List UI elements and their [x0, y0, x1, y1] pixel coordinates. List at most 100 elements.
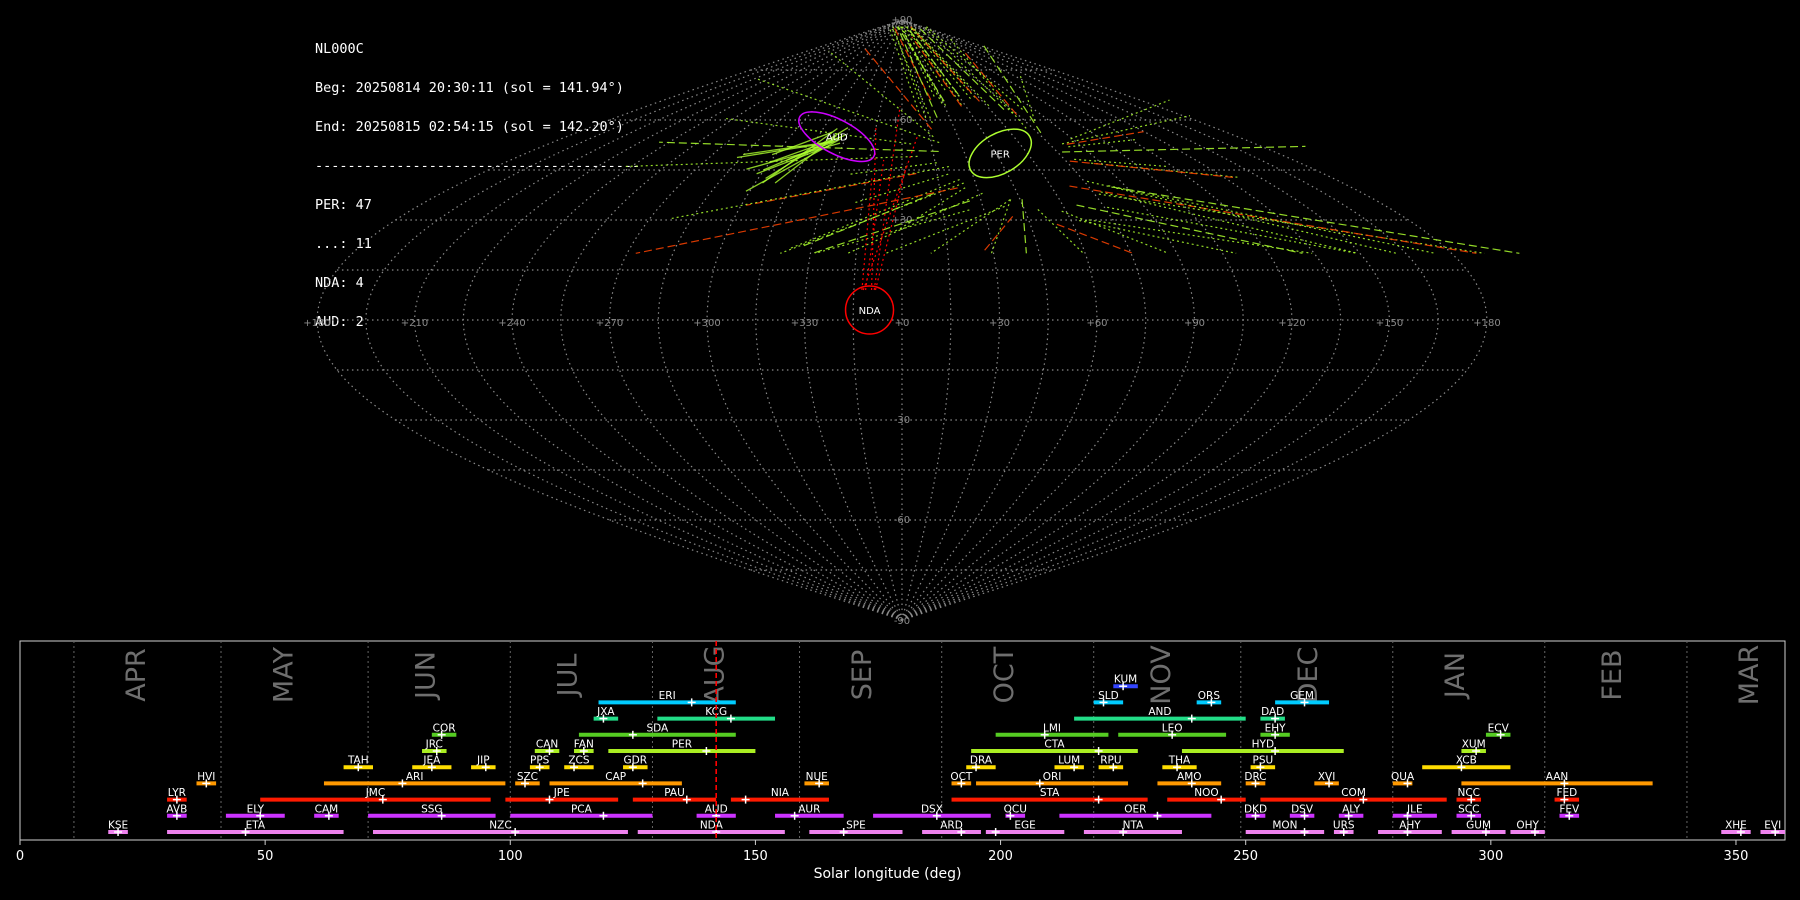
x-tick-label: 300 — [1478, 849, 1503, 864]
shower-label: SSG — [421, 803, 442, 815]
meridian-line — [365, 19, 903, 621]
shower-rpu: RPU — [1098, 755, 1124, 772]
shower-label: FED — [1556, 787, 1577, 799]
shower-ocu: OCU — [1004, 803, 1027, 820]
shower-label: ORS — [1198, 690, 1221, 702]
shower-lyr: LYR — [167, 787, 187, 804]
shower-label: DAD — [1261, 706, 1284, 718]
shower-xvi: XVI — [1314, 771, 1339, 788]
shower-fev: FEV — [1559, 803, 1580, 820]
shower-dra: DRA — [966, 755, 996, 772]
shower-label: EHY — [1265, 722, 1287, 734]
shower-label: GEM — [1290, 690, 1314, 702]
shower-label: ALY — [1342, 803, 1361, 815]
shower-label: LYR — [168, 787, 186, 799]
shower-label: AND — [1148, 706, 1171, 718]
shower-label: OCT — [950, 771, 973, 783]
lon-tick-label: +150 — [1376, 318, 1403, 329]
x-axis-title: Solar longitude (deg) — [814, 866, 962, 882]
shower-label: ORI — [1043, 771, 1062, 783]
lon-tick-label: +90 — [1184, 318, 1205, 329]
month-label: APR — [121, 648, 152, 702]
shower-can: CAN — [534, 739, 560, 755]
shower-drc: DRC — [1244, 771, 1267, 788]
meteor-trail — [990, 199, 1012, 254]
shower-label: DRC — [1244, 771, 1266, 783]
shower-label: DKD — [1244, 803, 1267, 815]
shower-sld: SLD — [1093, 690, 1124, 707]
shower-label: ECV — [1488, 722, 1510, 734]
shower-label: XHE — [1725, 820, 1747, 832]
shower-xhe: XHE — [1721, 820, 1751, 836]
meteor-trail — [668, 165, 950, 220]
shower-label: LUM — [1058, 755, 1080, 767]
shower-timeline-chart: APR MAY JUN JUL AUG SEP OCT NOV DEC JAN FEB MARKSE E… — [16, 640, 1786, 882]
shower-label: NUE — [806, 771, 828, 783]
shower-label: FEV — [1559, 803, 1580, 815]
shower-label: AAN — [1546, 771, 1569, 783]
shower-label: PER — [672, 739, 692, 751]
month-label: FEB — [1597, 649, 1628, 700]
month-label: JUL — [553, 654, 584, 699]
meteor-trail — [1019, 73, 1036, 122]
shower-ncc: NCC — [1456, 787, 1482, 804]
shower-jrc: JRC — [422, 739, 447, 755]
shower-label: COR — [433, 722, 456, 734]
x-tick-label: 100 — [498, 849, 523, 864]
lon-tick-label: +60 — [1086, 318, 1107, 329]
shower-nue: NUE — [804, 771, 829, 788]
lon-tick-label: +180 — [303, 318, 330, 329]
shower-label: NIA — [771, 787, 790, 799]
shower-label: URS — [1333, 820, 1355, 832]
shower-fan: FAN — [574, 739, 594, 755]
meteor-trail — [962, 49, 1018, 116]
shower-label: AUR — [798, 803, 820, 815]
shower-label: XUM — [1462, 739, 1486, 751]
shower-ehy: EHY — [1260, 722, 1290, 739]
shower-label: CTA — [1044, 739, 1065, 751]
meteor-trail — [745, 172, 917, 206]
lon-tick-label: +120 — [1278, 318, 1305, 329]
shower-label: OER — [1124, 803, 1146, 815]
shower-dsv: DSV — [1289, 803, 1315, 820]
radiant-label-nda: NDA — [859, 306, 881, 317]
shower-label: NTA — [1123, 820, 1144, 832]
shower-label: GUM — [1466, 820, 1491, 832]
shower-label: ARD — [940, 820, 963, 832]
month-label: MAR — [1734, 645, 1765, 706]
lat-tick-label: -60 — [894, 515, 910, 526]
shower-label: JRC — [425, 739, 443, 751]
shower-label: XCB — [1456, 755, 1477, 767]
shower-label: PAU — [664, 787, 685, 799]
shower-label: NZC — [489, 820, 511, 832]
meteor-trail — [1086, 180, 1397, 254]
meteor-trail — [930, 199, 1011, 254]
shower-gdr: GDR — [623, 755, 648, 772]
shower-ors: ORS — [1196, 690, 1222, 707]
shower-label: JEA — [422, 755, 441, 767]
shower-pps: PPS — [529, 755, 550, 772]
shower-label: JLE — [1406, 803, 1423, 815]
radiant-label-aud: AUD — [826, 133, 848, 144]
sky-axis-labels: +180 +150 +120 +90 +60 +30 +0 +330 +300 +270 +240 +… — [303, 15, 1500, 627]
shower-label: JIP — [476, 755, 490, 767]
shower-label: STA — [1040, 787, 1060, 799]
shower-label: OCU — [1004, 803, 1027, 815]
shower-label: ETA — [246, 820, 266, 832]
shower-oct: OCT — [950, 771, 973, 788]
meteor-trail — [1078, 219, 1237, 254]
month-label: JUN — [410, 651, 441, 701]
shower-label: PCA — [571, 803, 593, 815]
month-label: NOV — [1146, 645, 1177, 705]
shower-label: EGE — [1014, 820, 1035, 832]
shower-label: TAH — [347, 755, 369, 767]
shower-cam: CAM — [314, 803, 339, 820]
shower-qua: QUA — [1391, 771, 1415, 788]
x-tick-label: 0 — [16, 849, 24, 864]
shower-psu: PSU — [1250, 755, 1276, 772]
x-tick-label: 50 — [257, 849, 274, 864]
meteor-trail — [726, 117, 912, 145]
meteor-trail — [854, 173, 949, 204]
meteor-trail — [1107, 206, 1358, 254]
shower-tah: TAH — [343, 755, 373, 772]
